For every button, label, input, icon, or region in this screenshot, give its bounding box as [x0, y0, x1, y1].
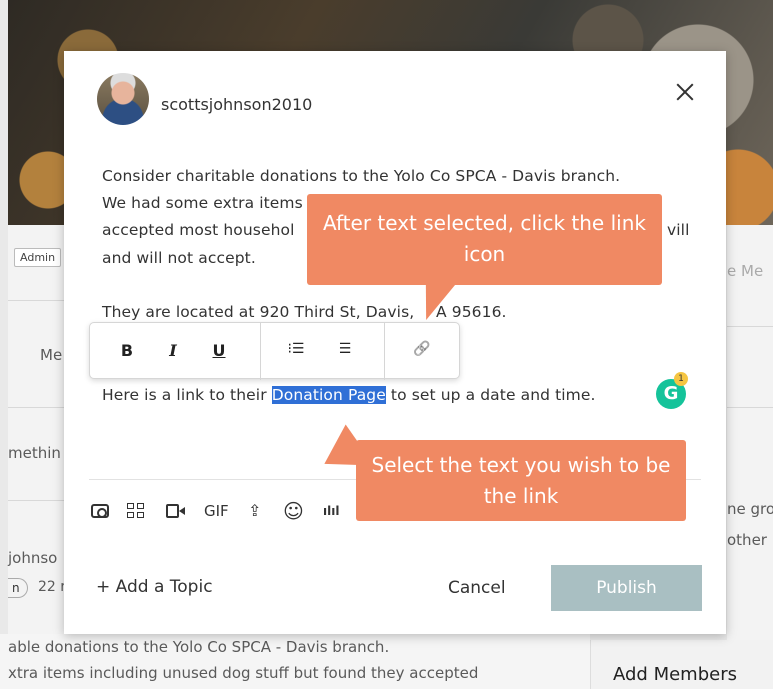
upload-icon[interactable]: ⇪ [248, 499, 261, 523]
divider [727, 407, 773, 408]
underline-button[interactable]: U [207, 341, 231, 360]
bg-fragment: Me [40, 346, 63, 364]
bg-fragment: methin [8, 444, 61, 462]
bg-pill: n [8, 578, 28, 598]
toolbar-separator [384, 323, 385, 380]
bg-fragment: ne gro [727, 500, 773, 518]
admin-badge: Admin [14, 248, 62, 267]
bg-fragment: 22 r [38, 579, 67, 595]
italic-button[interactable]: I [161, 341, 185, 360]
right-panel [727, 225, 773, 689]
bold-button[interactable]: B [115, 341, 139, 360]
select-hint-callout: Select the text you wish to be the link [356, 440, 686, 521]
gif-button[interactable]: GIF [204, 499, 229, 523]
link-hint-callout: After text selected, click the link icon [307, 194, 662, 285]
text-before: Here is a link to their [102, 386, 272, 404]
post-text-line[interactable]: vill [667, 221, 690, 239]
bg-post-line: xtra items including unused dog stuff bu… [8, 664, 479, 682]
link-icon[interactable]: 🔗 [410, 341, 434, 357]
format-toolbar: B I U ⁝☰ ☰ 🔗 [89, 322, 460, 380]
divider [8, 500, 64, 501]
avatar [97, 73, 149, 125]
gallery-icon[interactable] [127, 503, 145, 519]
post-text-line[interactable]: Consider charitable donations to the Yol… [102, 167, 620, 185]
grammarly-count-badge: 1 [674, 372, 688, 386]
bg-fragment: other r [727, 531, 773, 549]
divider [727, 326, 773, 327]
bg-post-preview: able donations to the Yolo Co SPCA - Dav… [0, 634, 590, 689]
divider [8, 300, 64, 301]
cancel-button[interactable]: Cancel [448, 578, 506, 598]
emoji-icon[interactable]: ☺ [283, 499, 304, 523]
link-text-line[interactable]: Here is a link to their Donation Page to… [102, 386, 596, 404]
publish-button[interactable]: Publish [551, 565, 702, 611]
selected-text[interactable]: Donation Page [271, 386, 386, 404]
video-icon[interactable] [166, 504, 186, 518]
divider [8, 407, 64, 408]
numbered-list-icon[interactable]: ⁝☰ [284, 341, 308, 357]
post-text-line[interactable]: accepted most househol [102, 221, 295, 239]
post-text-line[interactable]: We had some extra items [102, 194, 303, 212]
bg-fragment: e Me [727, 262, 764, 280]
add-members-button[interactable]: Add Members [590, 640, 773, 689]
camera-icon[interactable] [91, 504, 109, 518]
text-after: to set up a date and time. [385, 386, 596, 404]
poll-icon[interactable]: ılıl [323, 499, 339, 523]
post-text-line[interactable]: They are located at 920 Third St, Davis, [102, 303, 414, 321]
close-icon[interactable] [674, 81, 696, 103]
username: scottsjohnson2010 [161, 95, 313, 114]
bg-post-line: able donations to the Yolo Co SPCA - Dav… [8, 638, 390, 656]
create-post-modal: scottsjohnson2010 Consider charitable do… [64, 51, 726, 634]
post-text-line[interactable]: and will not accept. [102, 249, 256, 267]
add-topic-button[interactable]: + Add a Topic [96, 577, 213, 597]
toolbar-separator [260, 323, 261, 380]
bg-fragment: johnso [8, 549, 58, 567]
bulleted-list-icon[interactable]: ☰ [333, 341, 357, 357]
